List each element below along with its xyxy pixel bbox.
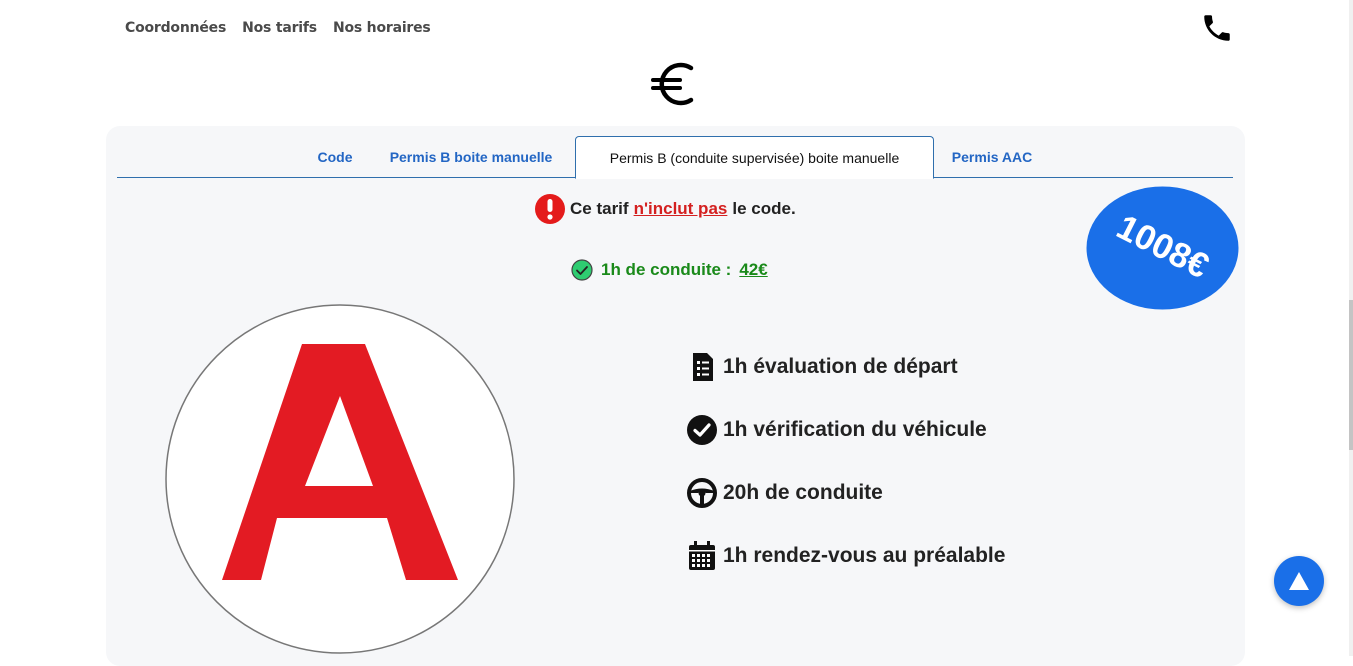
feature-item: 1h vérification du véhicule	[686, 413, 1005, 447]
steering-wheel-icon	[686, 477, 718, 509]
nav-tarifs[interactable]: Nos tarifs	[234, 18, 325, 38]
check-badge-icon	[571, 259, 593, 281]
feature-label: 20h de conduite	[723, 481, 883, 504]
arrow-up-icon	[1289, 572, 1309, 590]
phone-icon[interactable]	[1200, 11, 1234, 45]
tab-permis-aac[interactable]: Permis AAC	[942, 136, 1042, 178]
features-list: 1h évaluation de départ 1h vérification …	[686, 350, 1005, 602]
price-badge: 1008€	[1086, 186, 1239, 310]
scrollbar-thumb[interactable]	[1349, 300, 1353, 450]
nav-horaires[interactable]: Nos horaires	[325, 18, 439, 38]
notice-post: le code.	[732, 199, 796, 218]
hourly-label: 1h de conduite :	[601, 260, 732, 279]
euro-icon	[651, 62, 694, 106]
sign-a-image	[165, 304, 515, 654]
hourly-price: 42€	[739, 260, 768, 279]
nav-coordonnees[interactable]: Coordonnées	[117, 18, 234, 38]
calendar-icon	[686, 540, 718, 572]
feature-label: 1h vérification du véhicule	[723, 418, 987, 441]
notice-highlight: n'inclut pas	[633, 199, 728, 218]
feature-item: 1h rendez-vous au préalable	[686, 539, 1005, 573]
feature-label: 1h évaluation de départ	[723, 355, 958, 378]
exclamation-icon	[535, 194, 565, 224]
hourly-rate: 1h de conduite : 42€	[571, 259, 768, 281]
pricing-tabs: Code Permis B boite manuelle Permis B (c…	[117, 136, 1233, 179]
top-nav: Coordonnées Nos tarifs Nos horaires	[117, 18, 439, 38]
feature-label: 1h rendez-vous au préalable	[723, 544, 1006, 567]
checklist-icon	[686, 351, 718, 383]
feature-item: 1h évaluation de départ	[686, 350, 1005, 384]
feature-item: 20h de conduite	[686, 476, 1005, 510]
code-notice: Ce tarif n'inclut pas le code.	[535, 194, 796, 224]
check-circle-icon	[686, 414, 718, 446]
back-to-top-button[interactable]	[1274, 556, 1324, 606]
tab-permis-b-manuelle[interactable]: Permis B boite manuelle	[375, 136, 567, 178]
tab-code[interactable]: Code	[305, 136, 365, 178]
tab-permis-b-supervisee[interactable]: Permis B (conduite supervisée) boite man…	[575, 136, 934, 179]
notice-pre: Ce tarif	[570, 199, 629, 218]
